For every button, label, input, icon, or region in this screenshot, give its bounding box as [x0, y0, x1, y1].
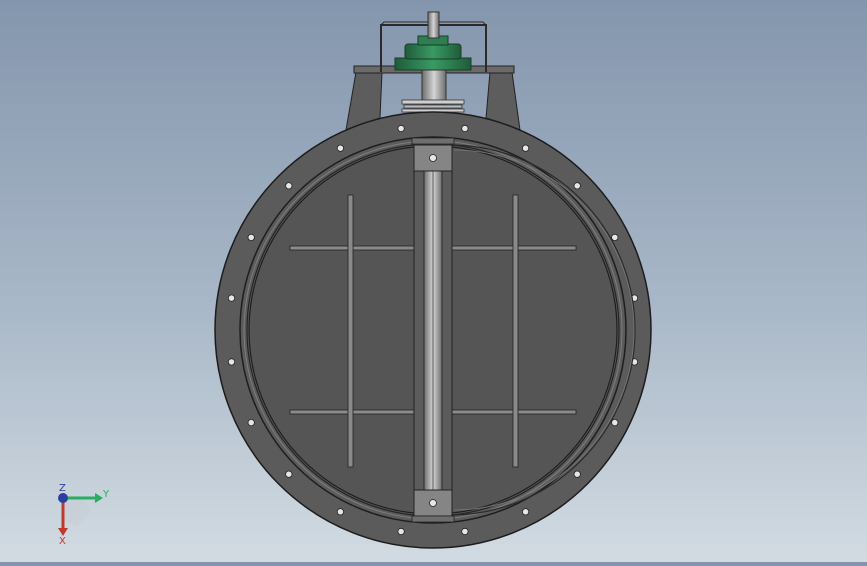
y-axis-arrowhead	[95, 493, 103, 503]
x-axis-arrowhead	[58, 528, 68, 536]
bolt-hole	[521, 144, 530, 152]
disc-shaft[interactable]	[411, 137, 455, 523]
z-axis-dot	[58, 493, 68, 503]
bolt-hole	[573, 182, 581, 190]
bolt-hole	[336, 144, 344, 152]
bolt-hole	[573, 470, 581, 478]
x-axis-label: X	[59, 536, 66, 547]
y-axis-label: Y	[102, 489, 110, 500]
bolt-hole	[336, 508, 344, 516]
bolt-hole	[611, 418, 619, 427]
bolt-hole	[397, 527, 405, 536]
bolt-hole	[247, 233, 255, 241]
bolt-hole	[397, 124, 405, 133]
bolt-hole	[461, 527, 469, 536]
bolt-hole	[227, 358, 236, 366]
cad-viewport[interactable]: Z Y X	[0, 0, 867, 562]
actuator[interactable]	[394, 35, 472, 71]
bolt-hole	[611, 233, 619, 241]
bolt-hole	[521, 508, 530, 516]
z-axis-label: Z	[59, 483, 66, 494]
bolt-hole	[227, 294, 236, 302]
bolt-hole	[285, 470, 293, 478]
bolt-hole	[247, 418, 255, 427]
axis-triad[interactable]: Z Y X	[58, 483, 110, 547]
bolt-hole	[461, 124, 469, 133]
bolt-hole	[285, 182, 293, 190]
